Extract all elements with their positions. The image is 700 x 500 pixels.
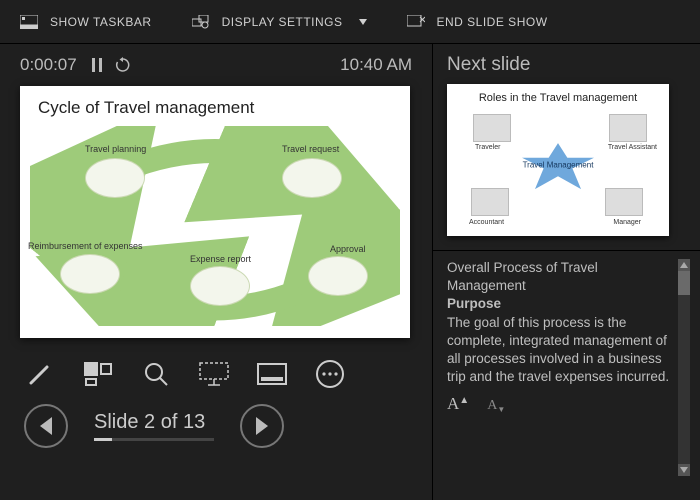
end-show-icon xyxy=(407,15,425,29)
clock-time: 10:40 AM xyxy=(340,55,412,75)
pause-button[interactable] xyxy=(91,58,103,72)
display-settings-button[interactable]: DISPLAY SETTINGS xyxy=(192,15,367,29)
notes-body: The goal of this process is the complete… xyxy=(447,314,670,387)
more-options-button[interactable] xyxy=(314,358,346,390)
show-taskbar-button[interactable]: SHOW TASKBAR xyxy=(20,15,152,29)
pen-tool-button[interactable] xyxy=(24,358,56,390)
display-settings-icon xyxy=(192,15,210,29)
role-manager: Manager xyxy=(613,219,641,226)
end-slide-show-label: END SLIDE SHOW xyxy=(437,15,548,29)
font-size-controls: A▲ A▼ xyxy=(447,393,670,416)
slide-counter-group: Slide 2 of 13 xyxy=(94,411,214,441)
node-label-expense: Expense report xyxy=(190,254,251,264)
node-label-planning: Travel planning xyxy=(85,144,146,154)
zoom-button[interactable] xyxy=(140,358,172,390)
next-slide-button[interactable] xyxy=(240,404,284,448)
current-slide-title: Cycle of Travel management xyxy=(38,98,254,118)
next-slide-heading: Next slide xyxy=(447,54,686,76)
elapsed-timer: 0:00:07 xyxy=(20,55,77,75)
increase-font-button[interactable]: A▲ xyxy=(447,393,469,416)
presenter-tools xyxy=(20,358,432,390)
slide-progress xyxy=(94,438,214,441)
scroll-down-button[interactable] xyxy=(678,464,690,476)
display-settings-label: DISPLAY SETTINGS xyxy=(222,15,343,29)
slide-counter: Slide 2 of 13 xyxy=(94,411,214,434)
scroll-up-button[interactable] xyxy=(678,259,690,271)
notes-title: Overall Process of Travel Management xyxy=(447,259,670,295)
see-all-slides-button[interactable] xyxy=(82,358,114,390)
prev-slide-button[interactable] xyxy=(24,404,68,448)
scroll-thumb[interactable] xyxy=(678,271,690,295)
node-label-reimbursement: Reimbursement of expenses xyxy=(28,241,143,251)
presenter-topbar: SHOW TASKBAR DISPLAY SETTINGS END SLIDE … xyxy=(0,0,700,44)
star-label: Travel Management xyxy=(523,162,594,171)
role-traveler: Traveler xyxy=(475,144,500,151)
restart-timer-button[interactable] xyxy=(115,57,131,73)
node-label-request: Travel request xyxy=(282,144,339,154)
role-travel-assistant: Travel Assistant xyxy=(608,144,657,151)
decrease-font-button[interactable]: A▼ xyxy=(487,393,505,416)
show-taskbar-label: SHOW TASKBAR xyxy=(50,15,152,29)
notes-scrollbar[interactable] xyxy=(678,259,690,476)
taskbar-icon xyxy=(20,15,38,29)
scroll-track[interactable] xyxy=(678,271,690,464)
timer-row: 0:00:07 10:40 AM xyxy=(20,44,432,86)
subtitle-button[interactable] xyxy=(256,358,288,390)
black-screen-button[interactable] xyxy=(198,358,230,390)
speaker-notes: Overall Process of Travel Management Pur… xyxy=(447,259,686,500)
divider xyxy=(433,250,700,251)
chevron-down-icon xyxy=(359,19,367,25)
role-accountant: Accountant xyxy=(469,219,504,226)
cycle-diagram: Travel planning Travel request Approval … xyxy=(30,126,400,328)
notes-purpose-label: Purpose xyxy=(447,295,670,313)
next-slide-title: Roles in the Travel management xyxy=(447,92,669,104)
slide-nav: Slide 2 of 13 xyxy=(20,404,432,448)
node-label-approval: Approval xyxy=(330,244,366,254)
current-slide-preview[interactable]: Cycle of Travel management Travel planni… xyxy=(20,86,410,338)
next-slide-preview[interactable]: Roles in the Travel management Travel Ma… xyxy=(447,84,669,236)
end-slide-show-button[interactable]: END SLIDE SHOW xyxy=(407,15,548,29)
